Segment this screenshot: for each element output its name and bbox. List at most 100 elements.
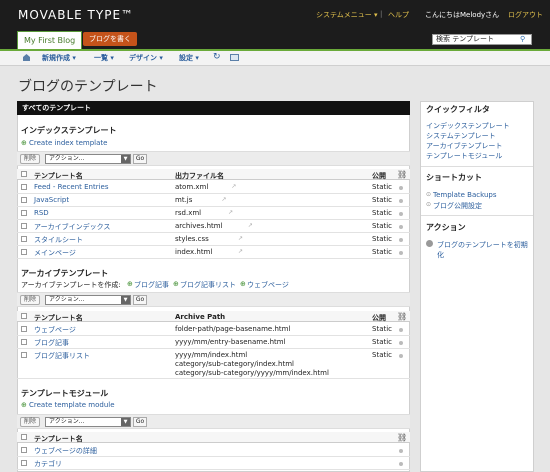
link-icon: ⛓ [397,170,408,179]
quick-filter-title: クイックフィルタ [426,105,490,114]
chevron-down-icon[interactable]: ▼ [121,418,130,426]
status-dot-icon [399,212,403,216]
chevron-down-icon[interactable]: ▼ [121,155,130,163]
nav-design[interactable]: デザイン ▾ [129,53,163,63]
index-select-all-checkbox[interactable] [21,171,27,177]
logout-link[interactable]: ログアウト [508,10,543,20]
row-checkbox[interactable] [21,184,27,190]
template-link[interactable]: Feed - Recent Entries [34,183,108,191]
template-link[interactable]: カテゴリ [34,459,62,469]
link-icon: ⛓ [397,312,408,321]
index-delete-button[interactable]: 削除 [20,154,40,164]
external-link-icon: ↗ [238,248,244,255]
col-template-name[interactable]: テンプレート名 [34,434,83,444]
col-archive-path[interactable]: Archive Path [175,313,225,321]
panel-header: すべてのテンプレート [17,101,410,115]
col-output-file[interactable]: 出力ファイル名 [175,171,224,181]
module-select-all-checkbox[interactable] [21,434,27,440]
row-checkbox[interactable] [21,339,27,345]
search-icon[interactable]: ⚲ [520,35,530,44]
archive-create-label: アーカイブテンプレートを作成: [21,281,121,289]
search-input[interactable]: 検索 テンプレート [432,34,532,45]
row-checkbox[interactable] [21,326,27,332]
create-page-archive-link[interactable]: ウェブページ [247,280,289,290]
system-menu-link[interactable]: システムメニュー ▾ [316,10,378,20]
create-index-link[interactable]: Create index template [29,139,107,147]
status-dot-icon [399,199,403,203]
nav-settings[interactable]: 設定 ▾ [179,53,199,63]
tab-blog[interactable]: My First Blog [17,31,83,49]
action-title: アクション [426,223,466,232]
publish-type: Static [372,222,393,230]
archive-path: yyyy/mm/entry-basename.html [175,338,286,346]
status-dot-icon [399,251,403,255]
archive-select-all-checkbox[interactable] [21,313,27,319]
view-site-icon[interactable] [230,54,239,61]
index-go-button[interactable]: Go [133,154,147,164]
write-entry-button[interactable]: ブログを書く [83,32,137,46]
publish-type: Static [372,338,393,346]
template-link[interactable]: ブログ記事 [34,338,69,348]
template-link[interactable]: アーカイブインデックス [34,222,110,232]
create-page-archive-icon: ⊕ [240,280,246,288]
module-go-button[interactable]: Go [133,417,147,427]
template-link[interactable]: ウェブページの詳細 [34,446,97,456]
publish-type: Static [372,235,393,243]
reset-templates-link[interactable]: ブログのテンプレートを初期化 [437,240,529,260]
filter-module-link[interactable]: テンプレートモジュール [426,151,502,161]
publish-settings-link[interactable]: ブログ公開設定 [433,201,482,211]
output-file: atom.xml [175,183,209,191]
template-link[interactable]: RSD [34,209,49,217]
create-module-link[interactable]: Create template module [29,401,115,409]
chevron-down-icon[interactable]: ▼ [121,296,130,304]
app-logo[interactable]: MOVABLE TYPE™ [18,8,134,22]
row-checkbox[interactable] [21,249,27,255]
reset-icon [426,240,433,247]
col-publish[interactable]: 公開 [372,313,386,323]
row-checkbox[interactable] [21,223,27,229]
shortcut-title: ショートカット [426,173,482,182]
row-checkbox[interactable] [21,447,27,453]
template-link[interactable]: JavaScript [34,196,69,204]
archive-path: category/sub-category/yyyy/mm/index.html [175,369,329,377]
output-file: archives.html [175,222,223,230]
col-publish[interactable]: 公開 [372,171,386,181]
template-link[interactable]: スタイルシート [34,235,83,245]
nav-new[interactable]: 新規作成 ▾ [42,53,76,63]
home-icon[interactable] [22,53,31,61]
link-icon: ⛓ [397,433,408,442]
output-file: rsd.xml [175,209,202,217]
template-link[interactable]: メインページ [34,248,76,258]
module-section-title: テンプレートモジュール [21,389,109,398]
filter-index-link[interactable]: インデックステンプレート [426,121,510,131]
backup-icon: ⊙ [426,191,432,198]
external-link-icon: ↗ [228,209,234,216]
archive-section-title: アーカイブテンプレート [21,269,109,278]
index-action-select[interactable]: アクション... [45,154,131,164]
help-link[interactable]: ヘルプ [388,10,409,20]
create-entry-list-archive-link[interactable]: ブログ記事リスト [180,280,236,290]
status-dot-icon [399,238,403,242]
template-link[interactable]: ブログ記事リスト [34,351,90,361]
row-checkbox[interactable] [21,197,27,203]
archive-action-select[interactable]: アクション... [45,295,131,305]
archive-delete-button[interactable]: 削除 [20,295,40,305]
table-row [17,246,410,259]
archive-go-button[interactable]: Go [133,295,147,305]
row-checkbox[interactable] [21,236,27,242]
row-checkbox[interactable] [21,460,27,466]
template-link[interactable]: ウェブページ [34,325,76,335]
row-checkbox[interactable] [21,210,27,216]
filter-system-link[interactable]: システムテンプレート [426,131,496,141]
module-action-select[interactable]: アクション... [45,417,131,427]
template-backups-link[interactable]: Template Backups [433,191,496,199]
filter-archive-link[interactable]: アーカイブテンプレート [426,141,502,151]
external-link-icon: ↗ [247,222,253,229]
col-template-name[interactable]: テンプレート名 [34,171,83,181]
nav-list[interactable]: 一覧 ▾ [94,53,114,63]
create-entry-archive-link[interactable]: ブログ記事 [134,280,169,290]
refresh-icon[interactable]: ↻ [213,52,221,62]
row-checkbox[interactable] [21,352,27,358]
col-template-name[interactable]: テンプレート名 [34,313,83,323]
module-delete-button[interactable]: 削除 [20,417,40,427]
